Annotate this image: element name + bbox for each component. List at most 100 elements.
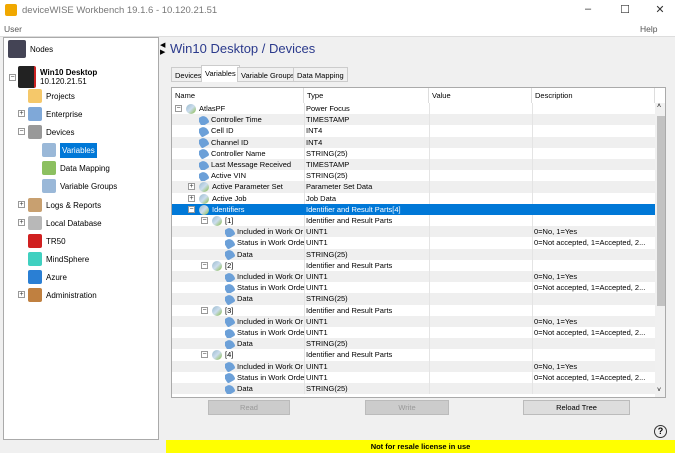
table-row[interactable]: Active VIN STRING(25) [172, 170, 655, 182]
table-row[interactable]: − [1] Identifier and Result Parts [172, 215, 655, 227]
collapse-toggle[interactable]: − [188, 205, 195, 213]
table-row[interactable]: Status in Work Orde UINT1 0=Not accepted, … [172, 282, 655, 294]
column-divider [532, 170, 533, 182]
cell-name: Data [225, 293, 304, 305]
collapse-toggle[interactable]: − [175, 105, 182, 112]
column-divider [429, 215, 430, 227]
expand-toggle[interactable]: − [18, 128, 25, 135]
variable-tag-icon [225, 371, 236, 383]
structure-icon [212, 350, 222, 361]
expand-toggle[interactable]: + [18, 291, 25, 298]
minimize-button[interactable]: – [578, 3, 598, 15]
sidebar-item-enterprise[interactable]: Enterprise [28, 106, 82, 122]
column-divider [429, 103, 430, 115]
sidebar-item-devices[interactable]: Devices [28, 124, 74, 140]
table-row[interactable]: Controller Time TIMESTAMP [172, 114, 655, 126]
collapse-toggle[interactable]: − [9, 74, 16, 81]
table-row[interactable]: Cell ID INT4 [172, 125, 655, 137]
scroll-down-icon[interactable]: ˅ [657, 387, 661, 394]
sidebar-item-data-mapping[interactable]: Data Mapping [42, 160, 110, 176]
reload-tree-button[interactable]: Reload Tree [523, 400, 630, 415]
cell-value [431, 114, 531, 125]
sidebar-item-logs-reports[interactable]: Logs & Reports [28, 197, 101, 213]
column-divider [304, 103, 305, 115]
sidebar-item-tr50[interactable]: TR50 [28, 233, 66, 249]
sidebar-item-azure[interactable]: Azure [28, 269, 67, 285]
sidebar-item-projects[interactable]: Projects [28, 88, 75, 104]
variable-tag-icon [225, 327, 236, 339]
name-text: Data [237, 249, 253, 259]
menu-user[interactable]: User [4, 24, 22, 34]
table-row[interactable]: Data STRING(25) [172, 293, 655, 305]
cell-value [431, 271, 531, 282]
table-row[interactable]: Included in Work Or UINT1 0=No, 1=Yes [172, 315, 655, 327]
table-row[interactable]: Included in Work Or UINT1 0=No, 1=Yes [172, 360, 655, 372]
tab-data-mapping[interactable]: Data Mapping [293, 67, 348, 82]
tab-variable-groups[interactable]: Variable Groups [237, 67, 299, 82]
sidebar-item-variables[interactable]: Variables [42, 142, 97, 158]
tab-variables[interactable]: Variables [201, 65, 240, 82]
table-row[interactable]: − AtlasPF Power Focus [172, 103, 655, 115]
sidebar-item-label: Logs & Reports [46, 200, 102, 210]
column-header-value[interactable]: Value [429, 88, 532, 103]
scrollbar-thumb[interactable] [657, 116, 665, 306]
cell-name: [3] [212, 305, 304, 316]
table-row[interactable]: − [2] Identifier and Result Parts [172, 259, 655, 271]
sidebar-item-mindsphere[interactable]: MindSphere [28, 251, 89, 267]
table-row[interactable]: − Identifiers Identifier and Result Parts[… [172, 203, 655, 215]
collapse-toggle[interactable]: − [201, 306, 208, 314]
expand-toggle[interactable]: + [188, 194, 195, 202]
column-divider [429, 338, 430, 350]
menu-bar: User Help [0, 21, 675, 37]
collapse-toggle[interactable]: − [201, 351, 208, 359]
tree-node-nodes[interactable]: Nodes [8, 40, 53, 58]
column-divider [429, 360, 430, 372]
table-row[interactable]: Last Message Received TIMESTAMP [172, 159, 655, 171]
table-row[interactable]: + Active Parameter Set Parameter Set Data [172, 181, 655, 193]
tree-node-device[interactable]: Win10 Desktop 10.120.21.51 [18, 65, 97, 89]
expand-toggle[interactable]: + [18, 110, 25, 117]
sidebar-item-variable-groups[interactable]: Variable Groups [42, 178, 117, 194]
table-row[interactable]: Channel ID INT4 [172, 136, 655, 148]
collapse-toggle[interactable]: − [201, 217, 208, 224]
name-text: Controller Name [211, 148, 266, 158]
expand-toggle[interactable]: + [18, 201, 25, 208]
cell-value [431, 383, 531, 394]
write-button[interactable]: Write [365, 400, 449, 415]
table-row[interactable]: + Active Job Job Data [172, 192, 655, 204]
expand-toggle[interactable]: + [188, 183, 195, 191]
table-row[interactable]: Status in Work Orde UINT1 0=Not accepted, … [172, 371, 655, 383]
table-row[interactable]: Status in Work Orde UINT1 0=Not accepted, … [172, 237, 655, 249]
column-divider [532, 136, 533, 148]
table-row[interactable]: Included in Work Or UINT1 0=No, 1=Yes [172, 226, 655, 238]
column-header-type[interactable]: Type [304, 88, 429, 103]
table-row[interactable]: Data STRING(25) [172, 383, 655, 395]
table-row[interactable]: Included in Work Or UINT1 0=No, 1=Yes [172, 271, 655, 283]
splitter[interactable]: ◀ ▶ [160, 37, 166, 440]
table-row[interactable]: Data STRING(25) [172, 338, 655, 350]
read-button[interactable]: Read [208, 400, 290, 415]
column-header-description[interactable]: Description [532, 88, 655, 103]
help-icon[interactable]: ? [654, 425, 667, 438]
cell-value [431, 170, 531, 181]
cell-name: Cell ID [199, 125, 304, 137]
expand-toggle[interactable]: + [18, 219, 25, 226]
table-row[interactable]: Status in Work Orde UINT1 0=Not accepted, … [172, 327, 655, 339]
sidebar-item-administration[interactable]: Administration [28, 287, 97, 303]
table-row[interactable]: − [4] Identifier and Result Parts [172, 349, 655, 361]
table-row[interactable]: − [3] Identifier and Result Parts [172, 304, 655, 316]
close-button[interactable]: ✕ [650, 3, 670, 16]
column-divider [532, 237, 533, 249]
table-row[interactable]: Data STRING(25) [172, 248, 655, 260]
column-divider [304, 349, 305, 361]
collapse-toggle[interactable]: − [201, 261, 208, 269]
column-header-name[interactable]: Name [172, 88, 304, 103]
table-row[interactable]: Controller Name STRING(25) [172, 147, 655, 159]
scroll-up-icon[interactable]: ˄ [657, 103, 661, 110]
nodes-icon [8, 40, 26, 58]
column-divider [304, 282, 305, 294]
name-text: Status in Work Orde [237, 238, 304, 248]
maximize-button[interactable]: ☐ [615, 3, 635, 16]
menu-help[interactable]: Help [640, 24, 657, 34]
sidebar-item-local-database[interactable]: Local Database [28, 215, 102, 231]
